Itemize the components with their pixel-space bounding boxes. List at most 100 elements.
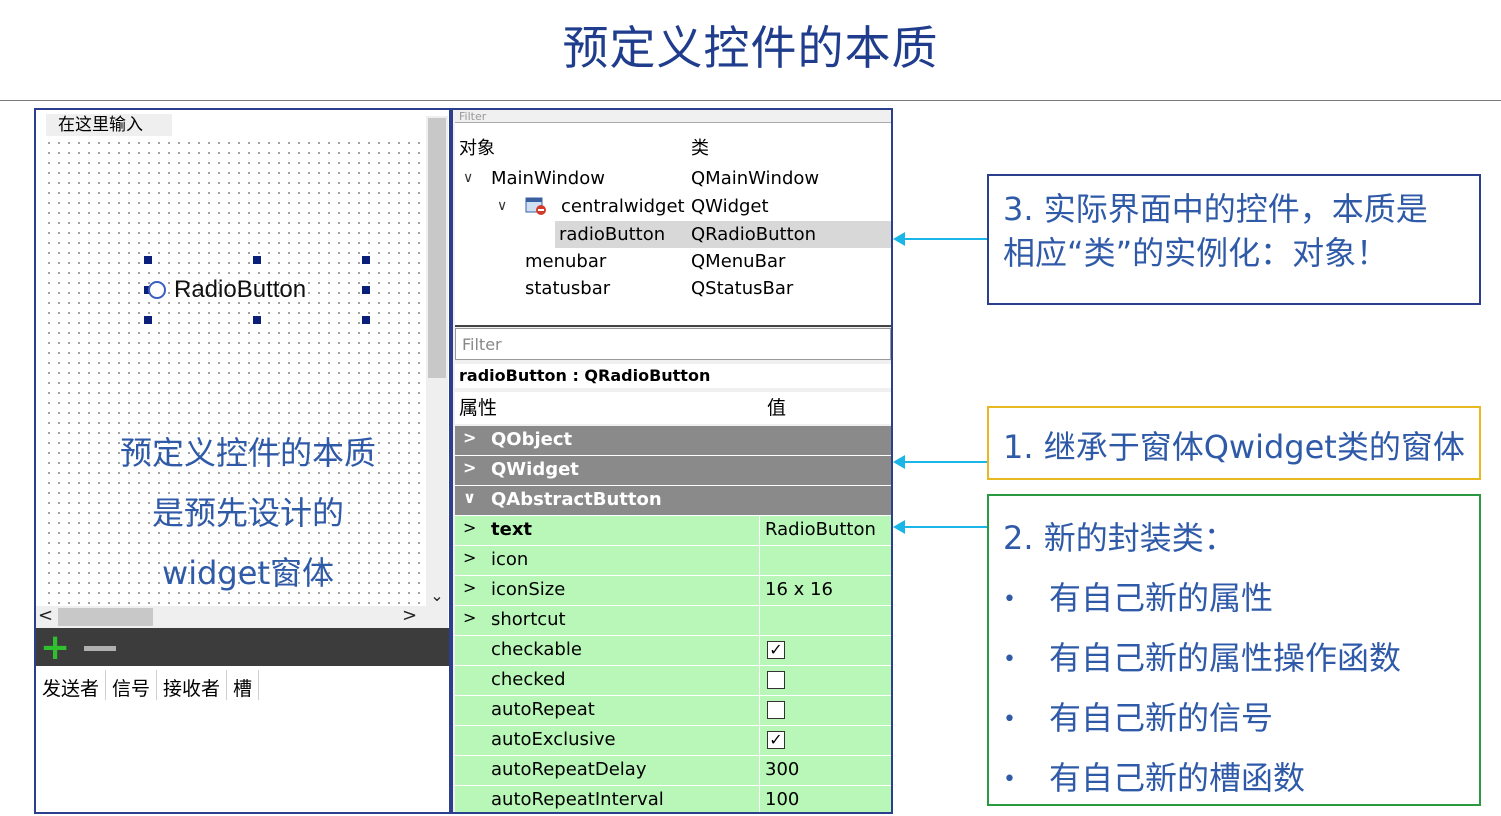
property-row-icon[interactable]: > icon xyxy=(455,546,891,576)
callout-title: 2. 新的封装类： xyxy=(1003,519,1236,557)
tree-row[interactable]: ∨ centralwidget QWidget xyxy=(455,193,891,220)
column-receiver[interactable]: 接收者 xyxy=(157,670,228,700)
selection-handle[interactable] xyxy=(253,256,261,264)
radio-button-label: RadioButton xyxy=(174,276,307,303)
widget-icon xyxy=(525,197,546,215)
property-group-qwidget[interactable]: > QWidget xyxy=(455,456,891,486)
column-sender[interactable]: 发送者 xyxy=(36,670,107,700)
column-divider xyxy=(759,696,760,725)
checkbox-unchecked-icon[interactable] xyxy=(767,671,785,689)
slide-title: 预定义控件的本质 xyxy=(562,21,939,75)
title-divider xyxy=(0,100,1501,101)
callout-item: 有自己新的槽函数 xyxy=(1049,759,1306,797)
object-filter-label[interactable]: Filter xyxy=(453,110,891,123)
vertical-scrollbar[interactable]: ⌄ xyxy=(426,116,448,606)
column-slot[interactable]: 槽 xyxy=(227,670,260,700)
property-group-qabstractbutton[interactable]: ∨ QAbstractButton xyxy=(455,486,891,516)
class-name: QRadioButton xyxy=(691,224,817,245)
chevron-down-icon[interactable]: ∨ xyxy=(463,165,473,192)
property-name: autoRepeatInterval xyxy=(491,789,664,810)
tree-header: 对象 类 xyxy=(455,135,891,162)
chevron-right-icon[interactable]: > xyxy=(463,578,476,597)
scroll-down-icon[interactable]: ⌄ xyxy=(426,586,448,606)
chevron-right-icon[interactable]: > xyxy=(463,458,476,477)
property-name: checkable xyxy=(491,639,582,660)
bullet: • xyxy=(1003,647,1016,672)
callout-item: 有自己新的信号 xyxy=(1049,699,1274,737)
tree-row[interactable]: menubar QMenuBar xyxy=(455,248,891,275)
selection-handle[interactable] xyxy=(253,316,261,324)
chevron-right-icon[interactable]: > xyxy=(463,428,476,447)
checkbox-unchecked-icon[interactable] xyxy=(767,701,785,719)
bullet: • xyxy=(1003,707,1016,732)
note-line-2: 是预先设计的 xyxy=(151,494,344,532)
property-name: text xyxy=(491,519,533,540)
checkbox-checked-icon[interactable]: ✓ xyxy=(767,731,785,749)
chevron-right-icon[interactable]: > xyxy=(463,608,476,627)
scrollbar-thumb[interactable] xyxy=(58,608,153,626)
tree-row-selected[interactable]: radioButton QRadioButton xyxy=(555,221,891,248)
chevron-down-icon[interactable]: ∨ xyxy=(497,193,507,220)
property-value[interactable]: RadioButton xyxy=(765,519,876,540)
property-value[interactable]: 16 x 16 xyxy=(765,579,833,600)
property-value[interactable]: 100 xyxy=(765,789,799,810)
menu-type-here-input[interactable]: 在这里输入 xyxy=(46,114,172,136)
property-row-shortcut[interactable]: > shortcut xyxy=(455,606,891,636)
inspector-panel: Filter 对象 类 ∨ MainWindow QMainWindow ∨ c… xyxy=(451,108,893,814)
chevron-right-icon[interactable]: > xyxy=(463,548,476,567)
checkbox-checked-icon[interactable]: ✓ xyxy=(767,641,785,659)
tree-row[interactable]: ∨ MainWindow QMainWindow xyxy=(455,165,891,192)
horizontal-scrollbar[interactable]: < > xyxy=(36,606,448,628)
group-label: QObject xyxy=(491,429,573,450)
signal-slot-toolbar: + xyxy=(36,628,449,666)
chevron-right-icon[interactable]: > xyxy=(463,518,476,537)
property-name: autoRepeatDelay xyxy=(491,759,647,780)
scrollbar-thumb[interactable] xyxy=(428,118,446,378)
selection-handle[interactable] xyxy=(362,286,370,294)
arrow-line xyxy=(904,461,988,463)
callout-item: 有自己新的属性 xyxy=(1049,579,1274,617)
selection-handle[interactable] xyxy=(144,256,152,264)
scroll-left-icon[interactable]: < xyxy=(38,606,53,626)
form-canvas[interactable]: RadioButton 预定义控件的本质 是预先设计的 widget窗体 xyxy=(44,138,424,604)
tree-row[interactable]: statusbar QStatusBar xyxy=(455,275,891,302)
scroll-right-icon[interactable]: > xyxy=(402,606,417,626)
property-object-label: radioButton : QRadioButton xyxy=(455,364,891,388)
column-object[interactable]: 对象 xyxy=(459,135,495,162)
column-divider xyxy=(759,666,760,695)
group-label: QAbstractButton xyxy=(491,489,662,510)
selection-handle[interactable] xyxy=(144,316,152,324)
property-group-qobject[interactable]: > QObject xyxy=(455,426,891,456)
column-property[interactable]: 属性 xyxy=(459,392,497,424)
column-divider xyxy=(759,756,760,785)
plus-icon[interactable]: + xyxy=(40,630,70,666)
group-label: QWidget xyxy=(491,459,579,480)
property-row-checkable[interactable]: checkable ✓ xyxy=(455,636,891,666)
property-filter-input[interactable]: Filter xyxy=(455,328,891,360)
property-row-checked[interactable]: checked xyxy=(455,666,891,696)
property-row-text[interactable]: > text RadioButton xyxy=(455,516,891,546)
column-class[interactable]: 类 xyxy=(691,135,709,162)
class-name: QStatusBar xyxy=(691,278,794,299)
arrow-head xyxy=(893,520,905,534)
property-row-autorepeatinterval[interactable]: autoRepeatInterval 100 xyxy=(455,786,891,812)
property-row-autorepeatdelay[interactable]: autoRepeatDelay 300 xyxy=(455,756,891,786)
property-row-autorepeat[interactable]: autoRepeat xyxy=(455,696,891,726)
note-line-3: widget窗体 xyxy=(162,554,334,592)
property-row-iconsize[interactable]: > iconSize 16 x 16 xyxy=(455,576,891,606)
chevron-down-icon[interactable]: ∨ xyxy=(463,488,476,507)
column-divider xyxy=(759,516,760,545)
selection-handle[interactable] xyxy=(362,316,370,324)
column-signal[interactable]: 信号 xyxy=(106,670,158,700)
column-divider xyxy=(759,726,760,755)
property-value[interactable]: 300 xyxy=(765,759,799,780)
property-name: icon xyxy=(491,549,529,570)
bullet: • xyxy=(1003,587,1016,612)
selection-handle[interactable] xyxy=(362,256,370,264)
column-value[interactable]: 值 xyxy=(767,392,786,424)
callout-instance: 3. 实际界面中的控件，本质是 相应“类”的实例化：对象！ xyxy=(987,174,1481,305)
radio-button-widget[interactable]: RadioButton xyxy=(148,272,306,308)
minus-icon[interactable] xyxy=(84,646,116,651)
property-row-autoexclusive[interactable]: autoExclusive ✓ xyxy=(455,726,891,756)
object-inspector-tree: 对象 类 ∨ MainWindow QMainWindow ∨ centralw… xyxy=(455,122,891,327)
